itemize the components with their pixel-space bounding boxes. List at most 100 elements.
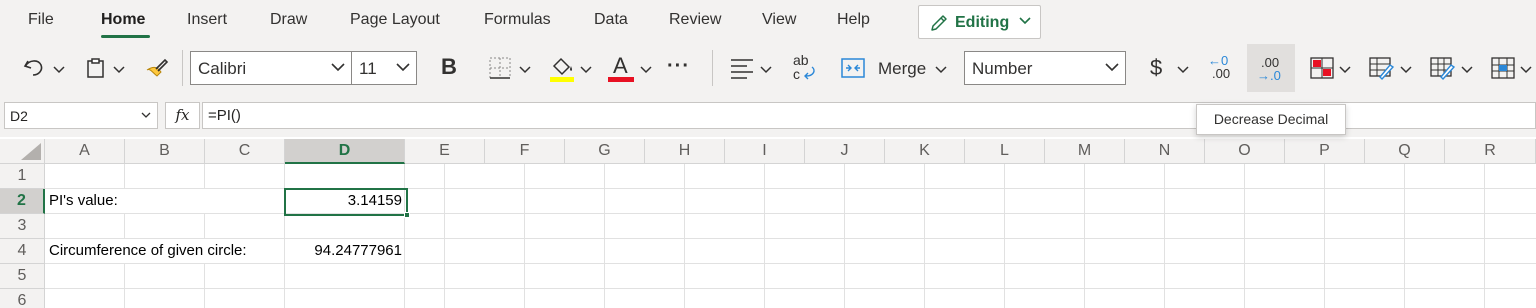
cell-a2[interactable]: PI's value: [49,189,118,213]
format-as-table-icon[interactable] [1369,57,1395,81]
editing-mode-button[interactable]: Editing [918,5,1041,39]
merge-label[interactable]: Merge [878,59,926,79]
clipboard-paste-icon[interactable] [84,56,108,80]
tab-insert[interactable]: Insert [187,11,227,29]
pencil-icon [931,15,947,31]
insert-cells-icon[interactable] [1491,57,1515,79]
undo-icon[interactable] [22,56,48,80]
editing-label: Editing [955,14,1010,31]
font-size-dropdown[interactable]: 11 [351,51,417,85]
decrease-decimal-button[interactable]: .00 →.0 [1247,44,1295,92]
conditional-formatting-icon[interactable] [1310,57,1334,79]
column-header[interactable]: J [805,139,885,164]
chevron-down-icon[interactable] [1461,66,1473,74]
borders-icon[interactable] [488,56,512,80]
align-left-icon[interactable] [729,57,755,79]
row-header[interactable]: 5 [0,264,45,289]
increase-decimal-button[interactable]: ←0 .00 [1208,54,1238,84]
row-header-selected[interactable]: 2 [0,189,45,214]
select-all-triangle-icon [21,143,41,160]
font-name-dropdown[interactable]: Calibri [190,51,352,85]
chevron-down-icon [1019,17,1031,25]
select-all-button[interactable] [0,139,45,164]
row-header[interactable]: 1 [0,164,45,189]
column-header[interactable]: H [645,139,725,164]
chevron-down-icon [1105,63,1119,72]
font-name-value: Calibri [198,59,247,78]
tab-page-layout[interactable]: Page Layout [350,11,440,29]
column-header[interactable]: E [405,139,485,164]
column-header[interactable]: K [885,139,965,164]
tab-data[interactable]: Data [594,11,628,29]
tab-help[interactable]: Help [837,11,870,29]
number-format-value: Number [972,59,1033,78]
tab-draw[interactable]: Draw [270,11,307,29]
chevron-down-icon[interactable] [1339,66,1351,74]
tab-formulas[interactable]: Formulas [484,11,551,29]
row-header[interactable]: 6 [0,289,45,308]
currency-button[interactable]: $ [1150,55,1162,81]
fill-color-dropdown-chevron-icon[interactable] [580,66,592,74]
undo-dropdown-chevron-icon[interactable] [53,66,65,74]
format-painter-icon[interactable] [144,56,170,80]
font-color-button[interactable]: A [608,52,636,84]
tab-review[interactable]: Review [669,11,721,29]
paste-dropdown-chevron-icon[interactable] [113,66,125,74]
chevron-down-icon [396,63,410,72]
font-color-letter: A [613,53,628,78]
column-header[interactable]: O [1205,139,1285,164]
more-options-button[interactable]: ··· [667,55,690,78]
tab-home[interactable]: Home [101,11,145,29]
formula-text: =PI() [208,107,241,124]
merge-cells-icon[interactable] [840,57,866,79]
column-header[interactable]: F [485,139,565,164]
column-header[interactable]: N [1125,139,1205,164]
chevron-down-icon[interactable] [1520,66,1532,74]
ribbon-separator [712,50,713,86]
column-header[interactable]: G [565,139,645,164]
row-header[interactable]: 3 [0,214,45,239]
column-header[interactable]: L [965,139,1045,164]
ribbon-separator [182,50,183,86]
column-header-selected[interactable]: D [285,139,405,164]
column-header[interactable]: M [1045,139,1125,164]
tab-view[interactable]: View [762,11,796,29]
wrap-text-button[interactable]: ab c [792,52,820,84]
column-header[interactable]: A [45,139,125,164]
column-header[interactable]: C [205,139,285,164]
cell-area[interactable] [45,164,1536,308]
column-header[interactable]: Q [1365,139,1445,164]
column-header[interactable]: B [125,139,205,164]
insert-function-button[interactable]: fx [165,102,200,129]
ribbon-toolbar: Calibri 11 B A ··· ab c Merge Number $ ←… [0,42,1536,94]
cell-styles-icon[interactable] [1430,57,1456,81]
column-header[interactable]: P [1285,139,1365,164]
row-header[interactable]: 4 [0,239,45,264]
cell-a4[interactable]: Circumference of given circle: [49,239,247,263]
font-color-dropdown-chevron-icon[interactable] [640,66,652,74]
align-dropdown-chevron-icon[interactable] [760,66,772,74]
column-d-filler [364,164,404,308]
chevron-down-icon[interactable] [1400,66,1412,74]
fill-handle[interactable] [404,212,410,218]
fill-color-icon[interactable] [548,54,576,84]
menu-tabs: File Home Insert Draw Page Layout Formul… [0,0,1536,42]
decrease-decimal-bottom: →.0 [1257,68,1281,83]
currency-dropdown-chevron-icon[interactable] [1177,66,1189,74]
wrap-text-bottom: c [793,66,800,82]
bold-button[interactable]: B [441,54,457,80]
column-header[interactable]: I [725,139,805,164]
gridline [404,164,405,308]
number-format-dropdown[interactable]: Number [964,51,1126,85]
active-cell-selection[interactable] [284,188,410,218]
tab-file[interactable]: File [28,11,54,29]
font-color-swatch [608,77,634,82]
merge-dropdown-chevron-icon[interactable] [935,66,947,74]
gridline [364,288,404,289]
name-box-value: D2 [10,108,28,124]
column-header[interactable]: R [1445,139,1536,164]
increase-decimal-bottom: .00 [1212,66,1231,81]
name-box[interactable]: D2 [4,102,158,129]
cell-d4[interactable]: 94.24777961 [285,239,402,263]
borders-dropdown-chevron-icon[interactable] [519,66,531,74]
